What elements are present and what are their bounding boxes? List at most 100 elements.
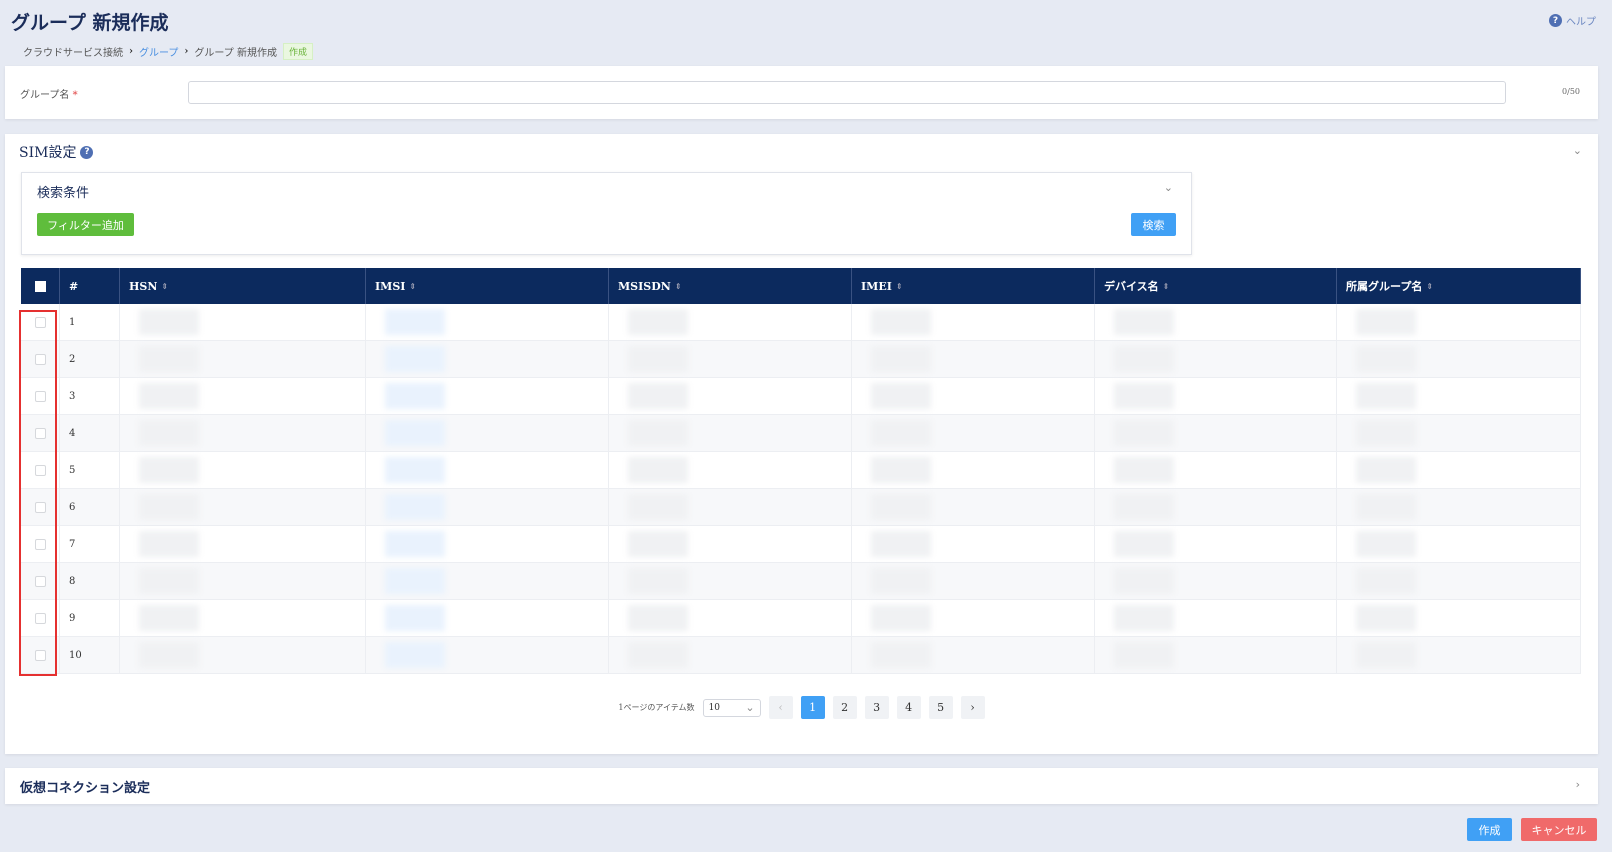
redacted-cell [1337, 563, 1581, 599]
page-button-1[interactable]: 1 [800, 696, 825, 719]
redacted-cell [366, 341, 609, 377]
redacted-cell [852, 452, 1095, 488]
redacted-cell [120, 563, 366, 599]
row-number: 3 [60, 378, 120, 414]
page-button-2[interactable]: 2 [832, 696, 857, 719]
redacted-value [385, 494, 445, 520]
column-header-imsi[interactable]: IMSI ⇕ [366, 268, 609, 304]
column-label: デバイス名 [1104, 280, 1159, 293]
redacted-value [385, 531, 445, 557]
next-page-button[interactable]: › [960, 696, 985, 719]
table-row[interactable]: 5 [21, 452, 1581, 489]
page-button-4[interactable]: 4 [896, 696, 921, 719]
redacted-value [1356, 457, 1416, 483]
column-header-device-name[interactable]: デバイス名 ⇕ [1095, 268, 1337, 304]
chevron-down-icon[interactable]: ⌄ [1573, 144, 1582, 157]
sort-icon[interactable]: ⇕ [1426, 281, 1433, 291]
redacted-cell [366, 304, 609, 340]
cancel-button[interactable]: キャンセル [1521, 818, 1597, 841]
redacted-cell [1337, 452, 1581, 488]
redacted-cell [609, 415, 852, 451]
redacted-value [628, 642, 688, 668]
table-row[interactable]: 6 [21, 489, 1581, 526]
redacted-cell [609, 452, 852, 488]
redacted-value [871, 568, 931, 594]
redacted-cell [1095, 526, 1337, 562]
search-button[interactable]: 検索 [1131, 213, 1176, 236]
column-label: MSISDN [618, 279, 671, 293]
redacted-cell [1095, 415, 1337, 451]
sort-icon[interactable]: ⇕ [675, 281, 682, 291]
breadcrumb-item-cloud: クラウドサービス接続 [23, 48, 123, 59]
column-header-number: # [60, 268, 120, 304]
redacted-cell [120, 415, 366, 451]
redacted-value [1356, 605, 1416, 631]
redacted-cell [609, 489, 852, 525]
redacted-cell [1337, 304, 1581, 340]
sort-icon[interactable]: ⇕ [1163, 281, 1170, 291]
breadcrumb-item-current: グループ 新規作成 [194, 48, 277, 59]
sort-icon[interactable]: ⇕ [161, 281, 168, 291]
redacted-value [1114, 494, 1174, 520]
table-row[interactable]: 10 [21, 637, 1581, 674]
redacted-cell [609, 637, 852, 673]
redacted-value [871, 346, 931, 372]
redacted-value [871, 642, 931, 668]
breadcrumb-item-group[interactable]: グループ [139, 44, 178, 59]
redacted-cell [120, 489, 366, 525]
redacted-cell [1337, 637, 1581, 673]
redacted-cell [852, 563, 1095, 599]
virtual-connection-title: 仮想コネクション設定 [20, 781, 151, 796]
redacted-value [1356, 568, 1416, 594]
group-name-input[interactable] [188, 81, 1506, 104]
column-header-hsn[interactable]: HSN ⇕ [120, 268, 366, 304]
redacted-cell [366, 637, 609, 673]
row-number: 6 [60, 489, 120, 525]
help-link[interactable]: ? ヘルプ [1549, 13, 1596, 28]
table-row[interactable]: 3 [21, 378, 1581, 415]
sim-settings-title: SIM設定? [19, 142, 94, 162]
row-number: 5 [60, 452, 120, 488]
redacted-value [139, 605, 199, 631]
virtual-connection-panel[interactable]: 仮想コネクション設定 › [5, 768, 1598, 804]
page-button-3[interactable]: 3 [864, 696, 889, 719]
redacted-value [628, 531, 688, 557]
select-all-checkbox[interactable] [34, 280, 46, 292]
redacted-cell [366, 526, 609, 562]
redacted-value [871, 309, 931, 335]
column-header-group-name[interactable]: 所属グループ名 ⇕ [1337, 268, 1581, 304]
table-row[interactable]: 4 [21, 415, 1581, 452]
redacted-value [1356, 531, 1416, 557]
redacted-value [871, 457, 931, 483]
chevron-right-icon[interactable]: › [1576, 778, 1580, 791]
sort-icon[interactable]: ⇕ [896, 281, 903, 291]
redacted-cell [1095, 563, 1337, 599]
table-row[interactable]: 2 [21, 341, 1581, 378]
redacted-value [385, 420, 445, 446]
redacted-value [1356, 383, 1416, 409]
row-number: 9 [60, 600, 120, 636]
per-page-select[interactable]: 10 ⌄ [702, 698, 761, 717]
add-filter-button[interactable]: フィルター追加 [37, 213, 134, 236]
sim-title-text: SIM設定 [19, 145, 77, 161]
redacted-value [1114, 642, 1174, 668]
table-row[interactable]: 7 [21, 526, 1581, 563]
redacted-value [871, 531, 931, 557]
table-row[interactable]: 8 [21, 563, 1581, 600]
help-icon[interactable]: ? [80, 145, 94, 159]
redacted-value [1356, 494, 1416, 520]
redacted-cell [120, 526, 366, 562]
prev-page-button[interactable]: ‹ [768, 696, 793, 719]
chevron-down-icon[interactable]: ⌄ [1164, 181, 1173, 194]
sim-table: # HSN ⇕ IMSI ⇕ MSISDN ⇕ IMEI ⇕ デバイス名 ⇕ 所属グループ… [21, 268, 1581, 674]
redacted-cell [852, 600, 1095, 636]
redacted-cell [1337, 415, 1581, 451]
table-row[interactable]: 1 [21, 304, 1581, 341]
table-row[interactable]: 9 [21, 600, 1581, 637]
create-button[interactable]: 作成 [1467, 818, 1512, 841]
column-header-msisdn[interactable]: MSISDN ⇕ [609, 268, 852, 304]
redacted-value [1114, 309, 1174, 335]
sort-icon[interactable]: ⇕ [409, 281, 416, 291]
column-header-imei[interactable]: IMEI ⇕ [852, 268, 1095, 304]
page-button-5[interactable]: 5 [928, 696, 953, 719]
